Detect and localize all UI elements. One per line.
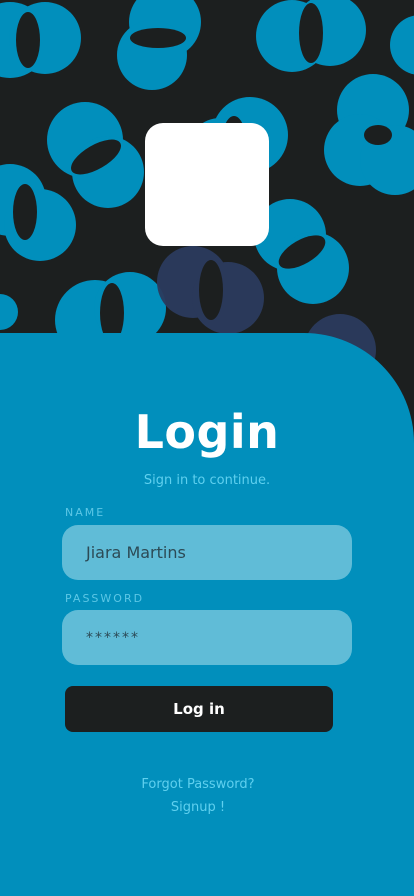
signup-link[interactable]: Signup ! [0, 800, 396, 815]
page-subtitle: Sign in to continue. [143, 473, 271, 488]
app-logo [145, 123, 269, 246]
login-button[interactable]: Log in [65, 686, 333, 732]
password-field-value: ****** [86, 629, 140, 646]
name-field[interactable]: Jiara Martins [62, 525, 352, 580]
password-field[interactable]: ****** [62, 610, 352, 665]
name-field-value: Jiara Martins [86, 543, 186, 562]
page-title: Login [134, 405, 280, 459]
name-label: NAME [65, 506, 106, 519]
forgot-password-link[interactable]: Forgot Password? [0, 777, 396, 792]
password-label: PASSWORD [65, 592, 145, 605]
